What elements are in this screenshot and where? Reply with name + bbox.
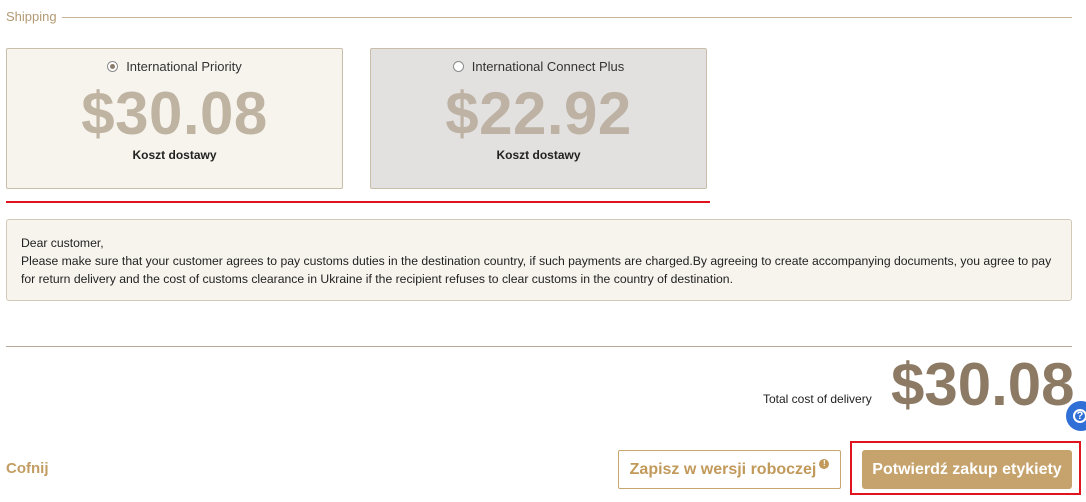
- option-price: $30.08: [81, 80, 268, 147]
- section-title: Shipping: [6, 9, 57, 24]
- option-radio-row[interactable]: International Connect Plus: [371, 59, 706, 74]
- option-price-caption: Koszt dostawy: [496, 148, 581, 162]
- radio-unselected-icon[interactable]: [452, 61, 464, 72]
- notice-body: Please make sure that your customer agre…: [21, 254, 1052, 286]
- customs-notice: Dear customer, Please make sure that you…: [6, 219, 1072, 301]
- option-name: International Connect Plus: [471, 59, 625, 74]
- option-price: $22.92: [445, 80, 632, 147]
- shipping-option-international-priority[interactable]: International Priority $30.08 Koszt dost…: [6, 48, 343, 189]
- confirm-purchase-button[interactable]: Potwierdź zakup etykiety: [862, 450, 1072, 489]
- total-label: Total cost of delivery: [763, 392, 872, 406]
- option-price-caption: Koszt dostawy: [132, 148, 217, 162]
- total-value: $30.08: [891, 351, 1075, 418]
- save-draft-button[interactable]: Zapisz w wersji roboczej !: [618, 450, 841, 489]
- option-name: International Priority: [126, 59, 242, 74]
- info-icon: !: [819, 458, 830, 469]
- help-widget-button[interactable]: ?: [1066, 401, 1086, 431]
- highlight-underline: [6, 201, 710, 203]
- save-draft-label: Zapisz w wersji roboczej: [629, 460, 817, 478]
- section-divider: [62, 17, 1072, 18]
- back-link[interactable]: Cofnij: [6, 460, 49, 477]
- question-icon: ?: [1073, 409, 1086, 423]
- total-divider: [6, 346, 1072, 347]
- notice-greeting: Dear customer,: [21, 236, 104, 250]
- radio-selected-icon[interactable]: [107, 61, 119, 72]
- option-radio-row[interactable]: International Priority: [7, 59, 342, 74]
- shipping-option-international-connect-plus[interactable]: International Connect Plus $22.92 Koszt …: [370, 48, 707, 189]
- shipping-page: Shipping International Priority $30.08 K…: [0, 0, 1086, 502]
